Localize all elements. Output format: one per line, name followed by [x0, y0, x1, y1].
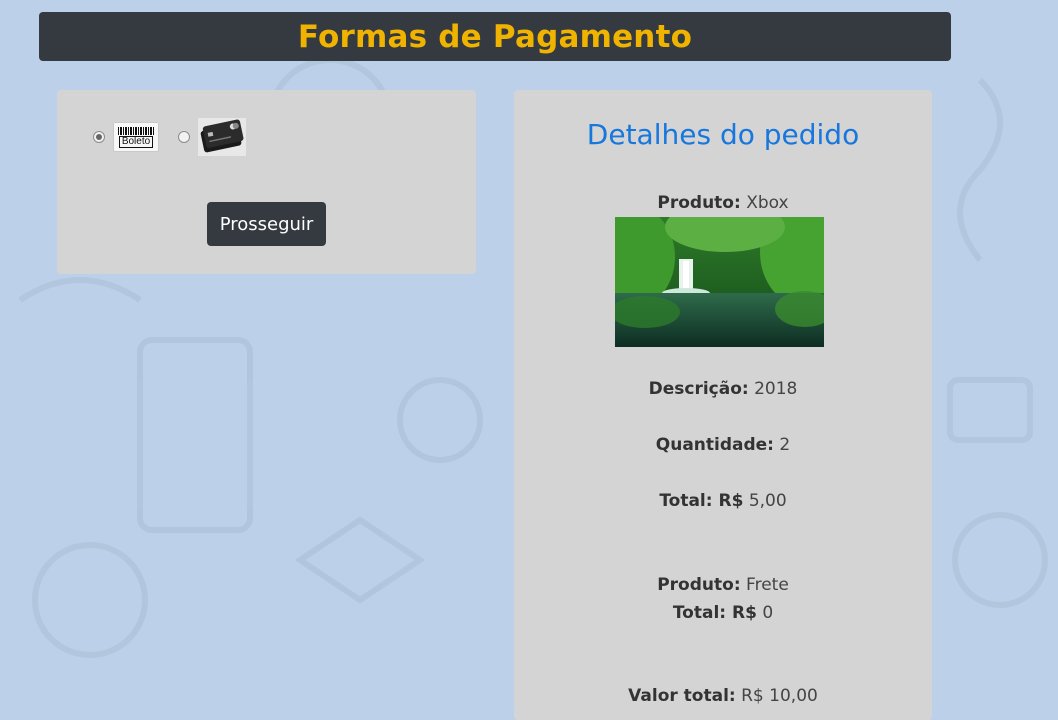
product-image	[615, 217, 824, 347]
boleto-barcode-icon[interactable]: Boleto	[113, 122, 159, 152]
description-line: Descrição: 2018	[514, 379, 932, 399]
credit-card-radio[interactable]	[178, 131, 190, 143]
total-value: 5,00	[748, 491, 787, 511]
shipping-product-value: Frete	[746, 575, 789, 595]
grand-total-value: R$ 10,00	[741, 686, 818, 706]
details-title: Detalhes do pedido	[586, 118, 860, 151]
boleto-label: Boleto	[118, 135, 154, 148]
description-value: 2018	[754, 379, 798, 399]
total-line: Total: R$ 5,00	[514, 491, 932, 511]
payment-options: Boleto	[93, 118, 246, 156]
product-line: Produto: Xbox	[514, 193, 932, 213]
total-label: Total: R$	[659, 491, 744, 511]
grand-total-line: Valor total: R$ 10,00	[514, 686, 932, 706]
shipping-total-value: 0	[762, 603, 774, 623]
product-value: Xbox	[746, 193, 789, 213]
barcode-graphic	[118, 126, 154, 135]
shipping-product-line: Produto: Frete	[514, 575, 932, 595]
quantity-value: 2	[779, 435, 791, 455]
quantity-line: Quantidade: 2	[514, 435, 932, 455]
proceed-button[interactable]: Prosseguir	[207, 202, 326, 246]
description-label: Descrição:	[648, 379, 749, 399]
boleto-radio[interactable]	[93, 131, 105, 143]
grand-total-label: Valor total:	[628, 686, 736, 706]
quantity-label: Quantidade:	[655, 435, 774, 455]
order-details-panel: Detalhes do pedido Produto: Xbox Descriç…	[514, 90, 932, 720]
product-label: Produto:	[657, 193, 741, 213]
shipping-total-label: Total: R$	[672, 603, 757, 623]
page-header: Formas de Pagamento	[39, 12, 951, 61]
shipping-total-line: Total: R$ 0	[514, 603, 932, 623]
page-title: Formas de Pagamento	[297, 18, 693, 55]
payment-methods-panel: Boleto Prosseguir	[57, 90, 476, 274]
credit-card-icon[interactable]	[198, 118, 246, 156]
shipping-product-label: Produto:	[657, 575, 741, 595]
